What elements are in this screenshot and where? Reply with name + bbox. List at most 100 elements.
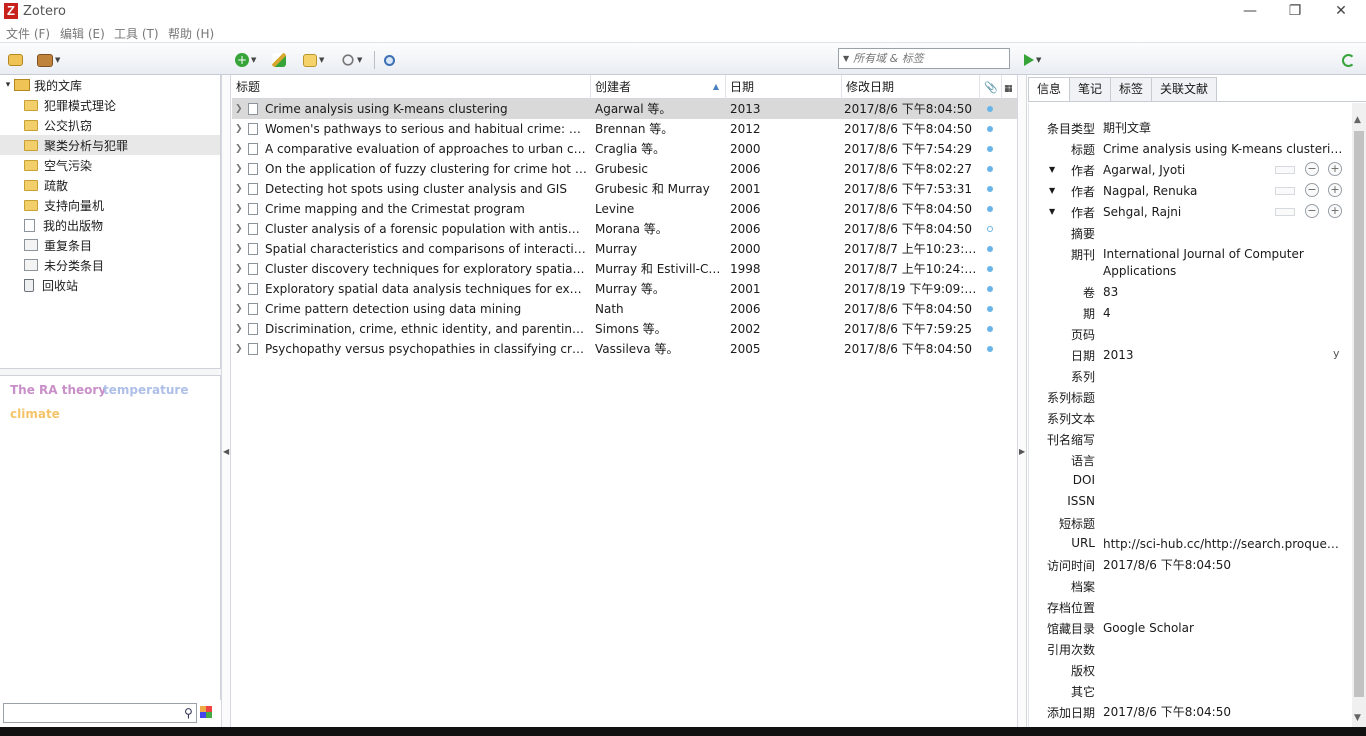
locate-button[interactable]: ▼: [1024, 51, 1041, 69]
tag-pane-splitter[interactable]: [0, 368, 221, 376]
scroll-thumb[interactable]: [1354, 131, 1364, 697]
attachment-status-icon[interactable]: [987, 146, 993, 152]
menu-tools[interactable]: 工具 (T): [114, 25, 159, 42]
chevron-right-icon[interactable]: ❯: [235, 239, 243, 259]
collection-item[interactable]: 我的出版物: [0, 215, 220, 235]
collection-item[interactable]: ▾ 我的文库: [0, 75, 220, 95]
field-label[interactable]: 作者: [1071, 204, 1095, 221]
advanced-search-button[interactable]: [384, 51, 395, 69]
name-mode-toggle[interactable]: [1275, 208, 1295, 216]
scroll-down-icon[interactable]: ▼: [1354, 713, 1361, 723]
attachment-status-icon[interactable]: [987, 106, 993, 112]
left-pane-splitter[interactable]: ◀: [221, 75, 231, 727]
table-row[interactable]: ❯ Crime pattern detection using data mini…: [232, 299, 1017, 319]
sync-button[interactable]: [1342, 51, 1355, 69]
attachment-status-icon[interactable]: [987, 286, 993, 292]
table-row[interactable]: ❯ Psychopathy versus psychopathies in cla…: [232, 339, 1017, 359]
tag-item[interactable]: climate: [10, 407, 60, 421]
name-mode-toggle[interactable]: [1275, 166, 1295, 174]
tag-actions-icon[interactable]: [200, 706, 212, 718]
table-row[interactable]: ❯ Exploratory spatial data analysis techn…: [232, 279, 1017, 299]
column-date[interactable]: 日期: [726, 75, 842, 99]
menu-file[interactable]: 文件 (F): [6, 25, 50, 42]
collection-item[interactable]: 支持向量机: [0, 195, 220, 215]
creator-type-dropdown-icon[interactable]: ▼: [1049, 165, 1055, 174]
table-row[interactable]: ❯ Spatial characteristics and comparisons…: [232, 239, 1017, 259]
new-item-button[interactable]: + ▼: [235, 51, 256, 69]
remove-creator-button[interactable]: −: [1305, 162, 1319, 176]
scroll-up-icon[interactable]: ▲: [1354, 115, 1361, 125]
field-value[interactable]: 83: [1103, 284, 1343, 301]
attachment-status-icon[interactable]: [987, 246, 993, 252]
add-creator-button[interactable]: +: [1328, 162, 1342, 176]
collection-item[interactable]: 重复条目: [0, 235, 220, 255]
table-row[interactable]: ❯ Crime analysis using K-means clustering…: [232, 99, 1017, 119]
chevron-right-icon[interactable]: ❯: [235, 199, 243, 219]
creator-type-dropdown-icon[interactable]: ▼: [1049, 207, 1055, 216]
search-mode-dropdown-icon[interactable]: ▼: [843, 54, 849, 63]
table-row[interactable]: ❯ Discrimination, crime, ethnic identity,…: [232, 319, 1017, 339]
add-creator-button[interactable]: +: [1328, 204, 1342, 218]
field-label[interactable]: 作者: [1071, 183, 1095, 200]
tab-tags[interactable]: 标签: [1110, 77, 1153, 101]
info-scrollbar[interactable]: ▲ ▼: [1352, 103, 1366, 727]
table-row[interactable]: ❯ Crime mapping and the Crimestat program…: [232, 199, 1017, 219]
collection-item[interactable]: 空气污染: [0, 155, 220, 175]
name-mode-toggle[interactable]: [1275, 187, 1295, 195]
search-box[interactable]: ▼: [838, 48, 1010, 69]
chevron-right-icon[interactable]: ❯: [235, 159, 243, 179]
chevron-right-icon[interactable]: ❯: [235, 219, 243, 239]
field-label[interactable]: 作者: [1071, 162, 1095, 179]
add-creator-button[interactable]: +: [1328, 183, 1342, 197]
attachment-status-icon[interactable]: [987, 186, 993, 192]
column-title[interactable]: 标题: [232, 75, 591, 99]
field-value[interactable]: Agarwal, Jyoti: [1103, 162, 1263, 179]
field-value[interactable]: http://sci-hub.cc/http://search.proques.…: [1103, 536, 1343, 553]
tag-item[interactable]: temperature: [103, 383, 188, 397]
chevron-right-icon[interactable]: ❯: [235, 319, 243, 339]
chevron-right-icon[interactable]: ❯: [235, 139, 243, 159]
attachment-status-icon[interactable]: [987, 126, 993, 132]
collection-item[interactable]: 聚类分析与犯罪: [0, 135, 220, 155]
collection-item[interactable]: 犯罪模式理论: [0, 95, 220, 115]
field-value[interactable]: 2017/8/6 下午8:04:50: [1103, 704, 1343, 721]
attachment-status-icon[interactable]: [987, 226, 993, 232]
field-value[interactable]: Google Scholar: [1103, 620, 1343, 637]
new-note-button[interactable]: ▼: [303, 51, 324, 69]
attachment-status-icon[interactable]: [987, 206, 993, 212]
new-library-button[interactable]: ▼: [37, 51, 60, 69]
field-value[interactable]: Crime analysis using K-means clustering: [1103, 141, 1343, 158]
tab-related[interactable]: 关联文献: [1151, 77, 1218, 101]
collection-item[interactable]: 疏散: [0, 175, 220, 195]
chevron-right-icon[interactable]: ❯: [235, 179, 243, 199]
chevron-right-icon[interactable]: ❯: [235, 99, 243, 119]
menu-help[interactable]: 帮助 (H): [168, 25, 214, 42]
collection-item[interactable]: 公交扒窃: [0, 115, 220, 135]
attachment-status-icon[interactable]: [987, 326, 993, 332]
column-creator[interactable]: 创建者 ▲: [591, 75, 726, 99]
chevron-right-icon[interactable]: ❯: [235, 259, 243, 279]
close-button[interactable]: ✕: [1318, 0, 1364, 22]
minimize-button[interactable]: —: [1227, 0, 1273, 22]
field-value[interactable]: 2017/8/6 下午8:04:50: [1103, 557, 1343, 574]
tag-filter-box[interactable]: ⚲: [3, 703, 197, 723]
table-row[interactable]: ❯ A comparative evaluation of approaches …: [232, 139, 1017, 159]
chevron-right-icon[interactable]: ❯: [235, 279, 243, 299]
field-value[interactable]: 期刊文章: [1103, 120, 1343, 137]
menu-edit[interactable]: 编辑 (E): [60, 25, 105, 42]
column-attachments[interactable]: 📎: [980, 75, 1002, 99]
field-value[interactable]: 4: [1103, 305, 1343, 322]
column-modified[interactable]: 修改日期: [842, 75, 980, 99]
collection-item[interactable]: 回收站: [0, 275, 220, 295]
attachment-status-icon[interactable]: [987, 306, 993, 312]
add-attachment-button[interactable]: ▼: [340, 51, 362, 69]
field-value[interactable]: Nagpal, Renuka: [1103, 183, 1263, 200]
new-collection-button[interactable]: [8, 51, 23, 69]
field-value[interactable]: 2013: [1103, 347, 1343, 364]
attachment-status-icon[interactable]: [987, 266, 993, 272]
add-by-identifier-button[interactable]: [272, 51, 286, 69]
chevron-right-icon[interactable]: ❯: [235, 339, 243, 359]
attachment-status-icon[interactable]: [987, 346, 993, 352]
field-value[interactable]: Sehgal, Rajni: [1103, 204, 1263, 221]
chevron-down-icon[interactable]: ▾: [2, 80, 14, 90]
